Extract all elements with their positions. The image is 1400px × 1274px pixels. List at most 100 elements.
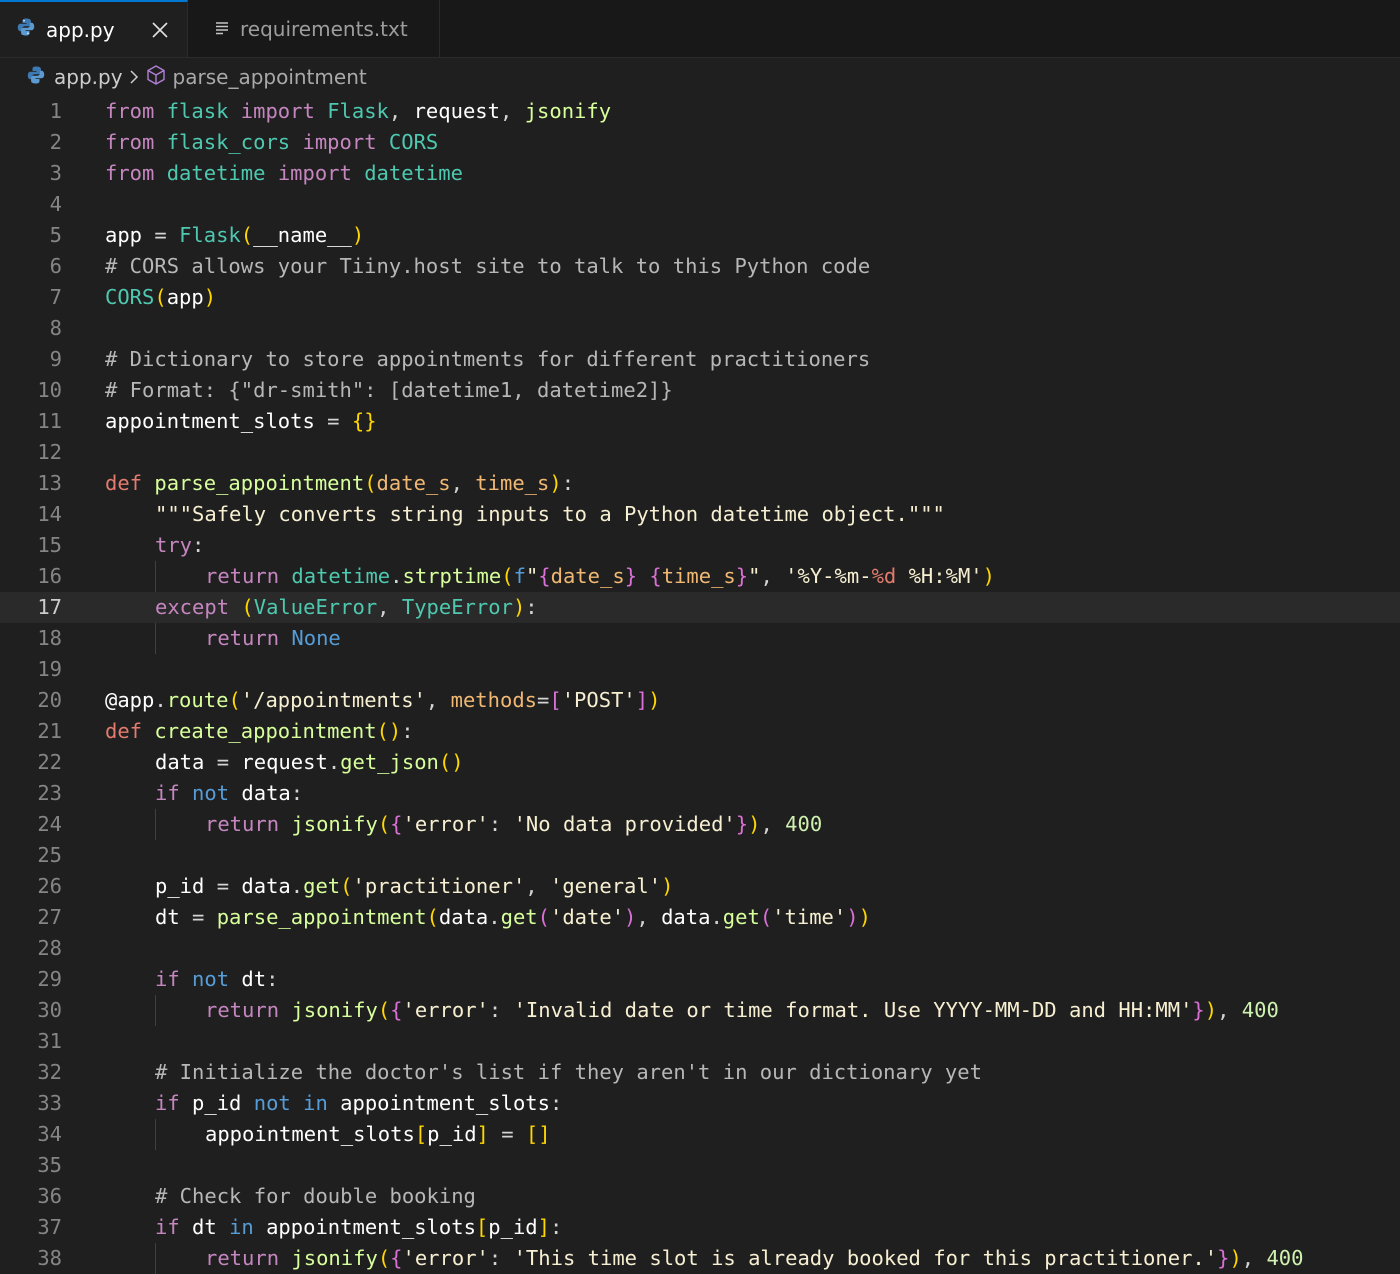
code-line[interactable]: 28: [0, 933, 1400, 964]
code-line[interactable]: 6 # CORS allows your Tiiny.host site to t…: [0, 251, 1400, 282]
line-number: 38: [37, 1246, 62, 1270]
code-line[interactable]: 15 try:: [0, 530, 1400, 561]
code-token: (: [501, 564, 514, 588]
code-token: {: [649, 564, 662, 588]
close-icon[interactable]: [149, 19, 171, 41]
code-line[interactable]: 3 from datetime import datetime: [0, 158, 1400, 189]
line-number: 20: [37, 688, 62, 712]
tab-label: app.py: [46, 17, 115, 42]
code-line[interactable]: 33 if p_id not in appointment_slots:: [0, 1088, 1400, 1119]
code-line[interactable]: 25: [0, 840, 1400, 871]
code-token: }: [1192, 998, 1205, 1022]
code-line[interactable]: 5 app = Flask(__name__): [0, 220, 1400, 251]
code-line[interactable]: 8: [0, 313, 1400, 344]
code-text: if p_id not in appointment_slots:: [62, 1088, 1400, 1119]
code-token: =: [327, 409, 352, 433]
code-line[interactable]: 17 except (ValueError, TypeError):: [0, 592, 1400, 623]
code-token: datetime: [166, 161, 278, 185]
breadcrumb: app.py parse_appointment: [0, 58, 1400, 96]
code-line[interactable]: 38 return jsonify({'error': 'This time sl…: [0, 1243, 1400, 1274]
code-token: %H:%M': [896, 564, 983, 588]
code-line[interactable]: 21 def create_appointment():: [0, 716, 1400, 747]
code-line[interactable]: 30 return jsonify({'error': 'Invalid date…: [0, 995, 1400, 1026]
code-line[interactable]: 1 from flask import Flask, request, jsoni…: [0, 96, 1400, 127]
code-token: (: [241, 595, 254, 619]
code-token: (: [377, 812, 391, 836]
code-text: return jsonify({'error': 'This time slot…: [62, 1243, 1400, 1274]
code-line[interactable]: 35: [0, 1150, 1400, 1181]
code-token: =: [216, 750, 242, 774]
code-token: :: [290, 781, 304, 805]
code-line[interactable]: 9 # Dictionary to store appointments for …: [0, 344, 1400, 375]
tab-bar: app.py requirements.txt: [0, 0, 1400, 58]
code-line[interactable]: 10 # Format: {"dr-smith": [datetime1, dat…: [0, 375, 1400, 406]
python-icon: [26, 65, 46, 90]
code-text: CORS(app): [62, 282, 1400, 313]
code-line[interactable]: 7 CORS(app): [0, 282, 1400, 313]
code-token: not: [192, 967, 242, 991]
code-line[interactable]: 12: [0, 437, 1400, 468]
line-number: 16: [37, 564, 62, 588]
line-number: 9: [49, 347, 62, 371]
tab-app-py[interactable]: app.py: [0, 0, 188, 57]
code-token: .: [390, 564, 403, 588]
code-token: f: [513, 564, 526, 588]
code-text: def create_appointment():: [62, 716, 1400, 747]
code-line[interactable]: 11 appointment_slots = {}: [0, 406, 1400, 437]
code-line[interactable]: 27 dt = parse_appointment(data.get('date'…: [0, 902, 1400, 933]
code-token: if: [155, 1091, 193, 1115]
code-line[interactable]: 20 @app.route('/appointments', methods=['…: [0, 685, 1400, 716]
code-line[interactable]: 26 p_id = data.get('practitioner', 'gener…: [0, 871, 1400, 902]
code-line[interactable]: 18 return None: [0, 623, 1400, 654]
code-token: (: [340, 874, 353, 898]
code-line[interactable]: 24 return jsonify({'error': 'No data prov…: [0, 809, 1400, 840]
line-number: 33: [37, 1091, 62, 1115]
method-cube-icon: [145, 64, 167, 91]
code-token: 400: [1241, 998, 1279, 1022]
code-token: from: [105, 99, 167, 123]
code-line[interactable]: 23 if not data:: [0, 778, 1400, 809]
code-line[interactable]: 36 # Check for double booking: [0, 1181, 1400, 1212]
code-line[interactable]: 22 data = request.get_json(): [0, 747, 1400, 778]
line-number: 12: [37, 440, 62, 464]
code-token: 'error': [402, 998, 489, 1022]
breadcrumb-symbol[interactable]: parse_appointment: [145, 64, 367, 91]
code-line[interactable]: 29 if not dt:: [0, 964, 1400, 995]
code-editor[interactable]: 1 from flask import Flask, request, jsoni…: [0, 96, 1400, 1274]
code-line[interactable]: 4: [0, 189, 1400, 220]
code-token: create_appointment: [154, 719, 377, 743]
code-token: import: [302, 130, 389, 154]
code-token: 'date': [549, 905, 625, 929]
code-token: =: [537, 688, 550, 712]
code-token: get_json: [340, 750, 439, 774]
code-token: 'POST': [561, 688, 636, 712]
code-token: jsonify: [291, 998, 378, 1022]
code-token: appointment_slots: [105, 409, 328, 433]
code-line[interactable]: 37 if dt in appointment_slots[p_id]:: [0, 1212, 1400, 1243]
code-token: flask_cors: [166, 130, 303, 154]
code-line[interactable]: 19: [0, 654, 1400, 685]
code-line[interactable]: 2 from flask_cors import CORS: [0, 127, 1400, 158]
tab-requirements-txt[interactable]: requirements.txt: [188, 0, 440, 57]
code-line[interactable]: 32 # Initialize the doctor's list if they…: [0, 1057, 1400, 1088]
code-token: import: [240, 99, 328, 123]
code-text: from datetime import datetime: [62, 158, 1400, 189]
code-token: dt: [241, 967, 267, 991]
code-token: 'No data provided': [513, 812, 736, 836]
code-line[interactable]: 16 return datetime.strptime(f"{date_s} {t…: [0, 561, 1400, 592]
code-token: (: [759, 905, 773, 929]
code-line[interactable]: 14 """Safely converts string inputs to a …: [0, 499, 1400, 530]
code-token: data: [438, 905, 489, 929]
indent-guide: [155, 995, 156, 1026]
code-line[interactable]: 34 appointment_slots[p_id] = []: [0, 1119, 1400, 1150]
code-text: """Safely converts string inputs to a Py…: [62, 499, 1400, 530]
code-line[interactable]: 13 def parse_appointment(date_s, time_s):: [0, 468, 1400, 499]
code-line[interactable]: 31: [0, 1026, 1400, 1057]
code-token: datetime: [364, 161, 463, 185]
code-token: (): [438, 750, 464, 774]
code-token: :: [488, 1246, 514, 1270]
indent-guide: [155, 561, 156, 592]
breadcrumb-file[interactable]: app.py: [26, 65, 123, 90]
code-text: # Dictionary to store appointments for d…: [62, 344, 1400, 375]
code-text: from flask import Flask, request, jsonif…: [62, 96, 1400, 127]
